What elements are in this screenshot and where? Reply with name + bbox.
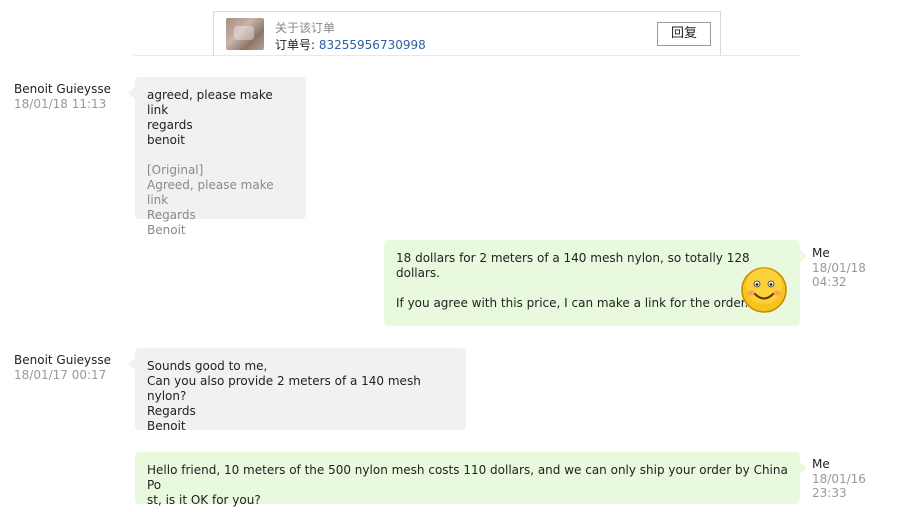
message-bubble-outgoing: 18 dollars for 2 meters of a 140 mesh ny… xyxy=(384,240,807,326)
smiley-face-icon xyxy=(741,267,787,313)
message-line: st, is it OK for you? xyxy=(147,493,261,507)
header-divider xyxy=(134,55,800,56)
order-number-row: 订单号: 83255956730998 xyxy=(275,36,426,53)
message-line: benoit xyxy=(147,133,185,147)
message-bubble-outgoing: Hello friend, 10 meters of the 500 nylon… xyxy=(135,452,807,507)
message-line: agreed, please make link xyxy=(147,88,277,117)
order-number-link[interactable]: 83255956730998 xyxy=(319,38,426,52)
product-thumbnail[interactable] xyxy=(226,18,264,50)
reply-button[interactable]: 回复 xyxy=(657,22,711,46)
message-line: Regards xyxy=(147,404,196,418)
original-message-line: [Original] xyxy=(147,163,204,177)
original-message-line: Regards xyxy=(147,208,196,222)
message-sender: Benoit Guieysse 18/01/17 00:17 xyxy=(14,353,111,382)
order-card: 关于该订单 订单号: 83255956730998 回复 xyxy=(213,11,721,55)
order-about-label: 关于该订单 xyxy=(275,21,336,35)
message-sender: Me 18/01/16 23:33 xyxy=(812,457,897,500)
message-time: 18/01/16 23:33 xyxy=(812,472,866,500)
sender-name: Benoit Guieysse xyxy=(14,82,112,96)
sender-name: Benoit Guieysse xyxy=(14,353,112,367)
message-time: 18/01/18 04:32 xyxy=(812,261,866,289)
message-sender: Me 18/01/18 04:32 xyxy=(812,246,897,289)
sender-name: Me xyxy=(812,246,830,260)
message-line: Sounds good to me, xyxy=(147,359,268,373)
message-line: 18 dollars for 2 meters of a 140 mesh ny… xyxy=(396,251,754,280)
order-number-label: 订单号: xyxy=(275,38,319,52)
message-bubble-incoming: agreed, please make link regards benoit … xyxy=(128,77,306,237)
message-line: Hello friend, 10 meters of the 500 nylon… xyxy=(147,463,792,492)
message-sender: Benoit Guieysse 18/01/18 11:13 xyxy=(14,82,111,111)
message-line: regards xyxy=(147,118,193,132)
message-line: Can you also provide 2 meters of a 140 m… xyxy=(147,374,425,403)
original-message-line: Benoit xyxy=(147,223,186,237)
original-message-line: Agreed, please make link xyxy=(147,178,278,207)
message-line: If you agree with this price, I can make… xyxy=(396,296,749,310)
message-bubble-incoming: Sounds good to me, Can you also provide … xyxy=(128,348,466,433)
message-line: Benoit xyxy=(147,419,186,433)
sender-name: Me xyxy=(812,457,830,471)
message-time: 18/01/17 00:17 xyxy=(14,368,107,382)
message-time: 18/01/18 11:13 xyxy=(14,97,107,111)
